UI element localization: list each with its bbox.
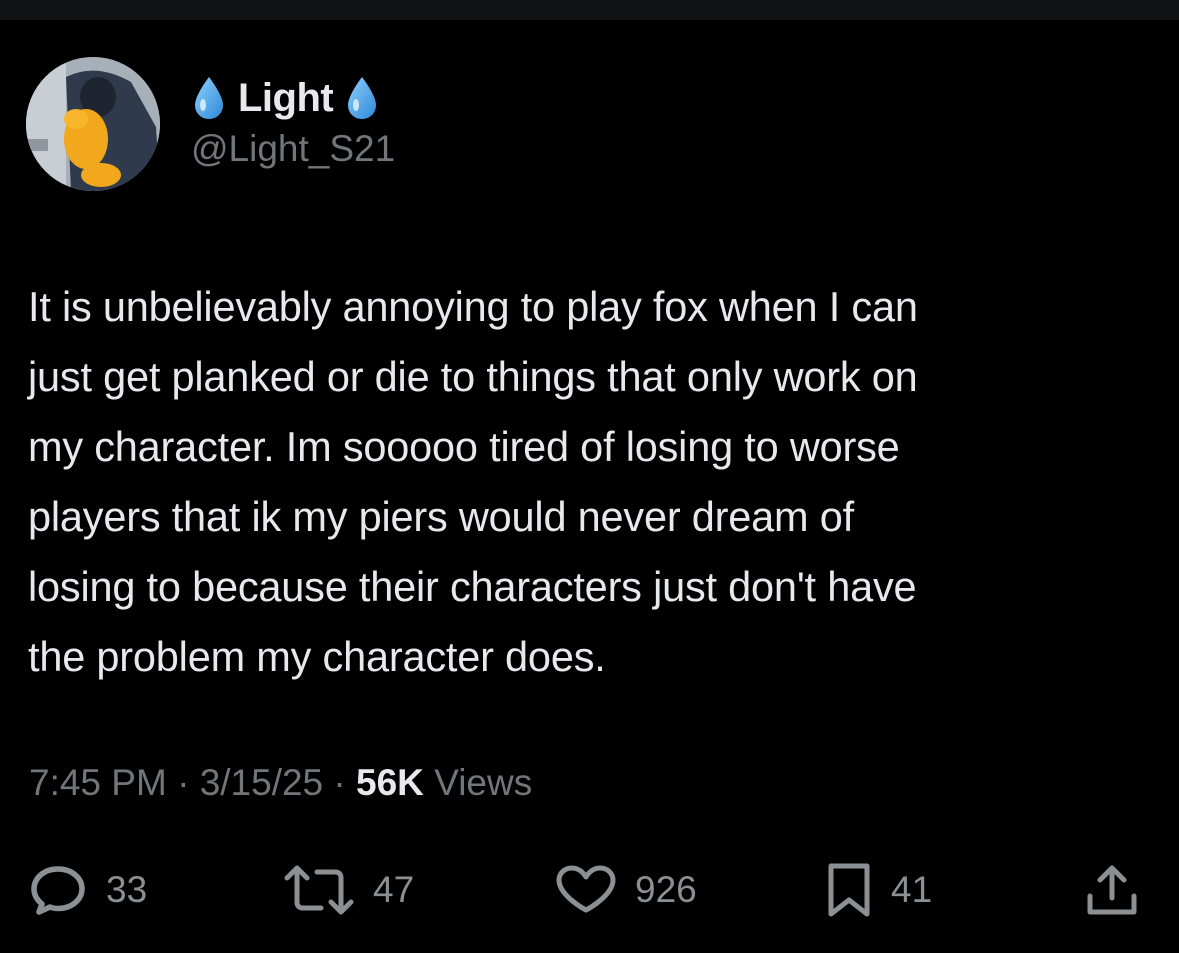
bookmark-count: 41: [891, 869, 933, 910]
droplet-icon: [192, 75, 226, 121]
heart-icon: [556, 865, 616, 913]
tweet-time[interactable]: 7:45 PM: [29, 762, 167, 803]
reply-icon: [31, 866, 85, 915]
tweet-meta: 7:45 PM · 3/15/25 · 56K Views: [29, 762, 532, 804]
repost-icon: [284, 865, 354, 915]
views-count: 56K: [356, 762, 424, 803]
meta-separator: ·: [177, 762, 190, 803]
repost-button[interactable]: 47: [283, 860, 414, 920]
reply-button[interactable]: 33: [28, 860, 147, 920]
author-handle[interactable]: @Light_S21: [191, 128, 395, 170]
views-label: Views: [434, 762, 533, 803]
avatar[interactable]: [26, 57, 160, 191]
bookmark-icon: [828, 863, 870, 917]
avatar-image: [26, 57, 160, 191]
display-name[interactable]: Light: [238, 76, 334, 121]
share-button[interactable]: [1084, 860, 1140, 920]
tweet-text: It is unbelievably annoying to play fox …: [28, 283, 918, 680]
reply-count: 33: [106, 869, 148, 910]
like-count: 926: [635, 869, 697, 910]
repost-count: 47: [373, 869, 415, 910]
meta-separator: ·: [333, 762, 346, 803]
bookmark-button[interactable]: 41: [825, 860, 932, 920]
action-bar: 33 47 926 41: [0, 860, 1179, 920]
author-name-row[interactable]: Light: [192, 72, 379, 124]
like-button[interactable]: 926: [555, 860, 697, 920]
tweet-date[interactable]: 3/15/25: [200, 762, 323, 803]
top-status-bar: [0, 0, 1179, 20]
share-icon: [1087, 865, 1137, 915]
droplet-icon: [345, 75, 379, 121]
